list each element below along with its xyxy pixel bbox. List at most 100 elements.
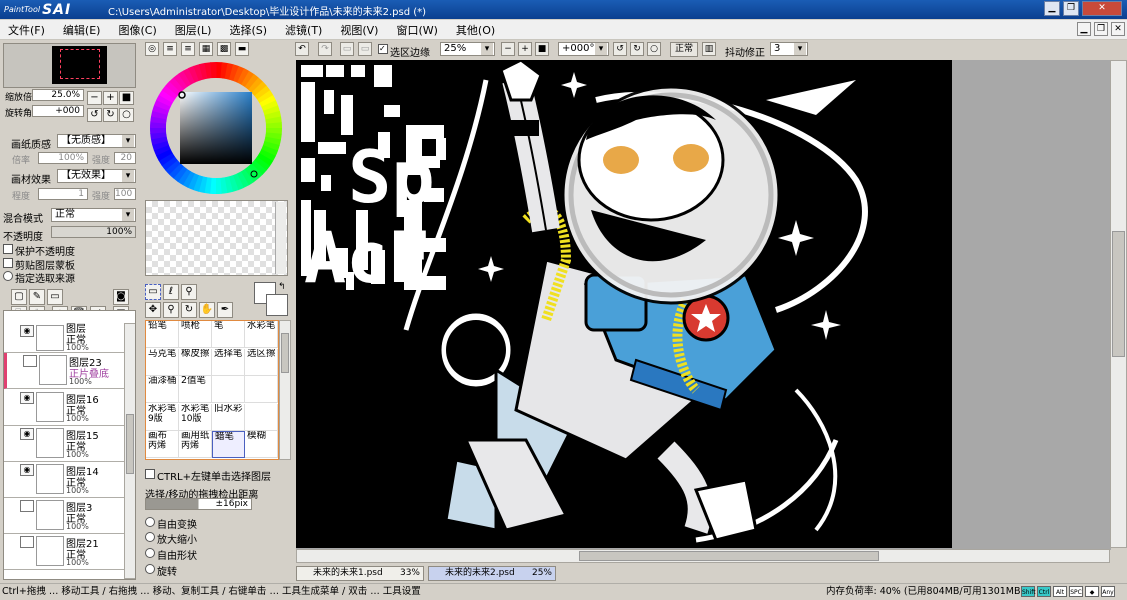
layer-row[interactable]: 图层3 正常 100% bbox=[4, 498, 124, 534]
brush-tool-cell[interactable]: 油漆桶 bbox=[146, 376, 179, 403]
magic-wand-icon[interactable]: ⚲ bbox=[181, 284, 197, 300]
rotate-tool-icon[interactable]: ↻ bbox=[181, 302, 197, 318]
tool-scroll-thumb[interactable] bbox=[281, 333, 289, 373]
swatches-icon[interactable]: ▦ bbox=[199, 42, 213, 56]
free-shape-radio[interactable] bbox=[145, 548, 155, 558]
new-folder-icon[interactable]: ▭ bbox=[47, 289, 63, 305]
canvas-vscroll-thumb[interactable] bbox=[1112, 231, 1125, 357]
brush-tool-cell[interactable]: 选择笔 bbox=[212, 348, 245, 376]
close-button[interactable]: ✕ bbox=[1082, 1, 1122, 16]
zoom-in-icon[interactable]: + bbox=[103, 91, 118, 105]
swap-colors-icon[interactable]: ↰ bbox=[278, 282, 286, 292]
new-linework-layer-icon[interactable]: ✎ bbox=[29, 289, 45, 305]
navigator-view-rect[interactable] bbox=[60, 49, 100, 79]
layer-row-selected[interactable]: 图层23 正片叠底 100% bbox=[4, 353, 124, 389]
layer-list[interactable]: ◉ 图层 正常 100% 图层23 正片叠底 100% ◉ 图层16 正常 10… bbox=[3, 310, 136, 580]
canvas-rotate-right-icon[interactable]: ↻ bbox=[630, 42, 644, 56]
zoom-slider[interactable]: 25.0% bbox=[32, 89, 84, 101]
hsv-slider-icon[interactable]: ≡ bbox=[181, 42, 195, 56]
brush-tool-cell[interactable] bbox=[245, 376, 278, 403]
menu-view[interactable]: 视图(V) bbox=[340, 22, 378, 38]
color-wheel[interactable] bbox=[146, 58, 286, 198]
layer-row[interactable]: ◉ 图层16 正常 100% bbox=[4, 390, 124, 426]
rotate-radio[interactable] bbox=[145, 564, 155, 574]
canvas-rotate-reset-icon[interactable]: ○ bbox=[647, 42, 661, 56]
brush-tool-cell[interactable]: 2值笔 bbox=[179, 376, 212, 403]
eye-icon-hidden[interactable] bbox=[20, 536, 34, 548]
scratchpad-area[interactable] bbox=[145, 200, 288, 276]
brush-tool-grid[interactable]: 铅笔 喷枪笔水彩笔 马克笔 橡皮擦 选择笔 选区擦 油漆桶 2值笔 水彩笔 9版 水彩笔 10版 旧水彩… bbox=[145, 320, 279, 460]
eye-icon-hidden[interactable] bbox=[23, 355, 37, 367]
blend-mode-select[interactable]: 正常 bbox=[51, 208, 136, 222]
rotate-reset-icon[interactable]: ○ bbox=[119, 108, 134, 122]
new-layer-icon[interactable]: ▢ bbox=[11, 289, 27, 305]
color-wheel-icon[interactable]: ◎ bbox=[145, 42, 159, 56]
paper-texture-select[interactable]: 【无质感】 bbox=[57, 134, 136, 148]
layer-row[interactable]: ◉ 图层 正常 100% bbox=[4, 323, 124, 353]
eye-icon[interactable]: ◉ bbox=[20, 325, 34, 337]
deselect-icon[interactable]: ▭ bbox=[340, 42, 354, 56]
scratchpad-scrollbar[interactable] bbox=[275, 202, 286, 274]
protect-opacity-checkbox[interactable] bbox=[3, 244, 13, 254]
rgb-slider-icon[interactable]: ≡ bbox=[163, 42, 177, 56]
mdi-minimize-button[interactable]: ▁ bbox=[1077, 22, 1091, 36]
zoom-icon[interactable]: ⚲ bbox=[163, 302, 179, 318]
navigator-thumbnail[interactable] bbox=[52, 46, 107, 84]
brush-tool-cell[interactable] bbox=[245, 403, 278, 431]
paper-strength-slider[interactable]: 20 bbox=[114, 152, 136, 164]
rotate-slider[interactable]: +000 bbox=[32, 105, 84, 117]
brush-tool-cell[interactable]: 铅笔 bbox=[146, 321, 179, 348]
brush-tool-cell[interactable]: 橡皮擦 bbox=[179, 348, 212, 376]
redo-icon[interactable]: ↷ bbox=[318, 42, 332, 56]
paper-scale-slider[interactable]: 100% bbox=[38, 152, 88, 164]
tool-scrollbar[interactable] bbox=[279, 320, 291, 460]
brush-tool-cell[interactable]: 画布 丙烯 bbox=[146, 431, 179, 458]
tab-file1[interactable]: 未来的未来1.psd 33% bbox=[296, 566, 424, 581]
brush-tool-cell[interactable]: 水彩笔 10版 bbox=[179, 403, 212, 431]
ctrl-select-checkbox[interactable] bbox=[145, 469, 155, 479]
layer-row[interactable]: ◉ 图层15 正常 100% bbox=[4, 426, 124, 462]
stabilizer-select[interactable]: 3 bbox=[770, 42, 808, 56]
move-icon[interactable]: ✥ bbox=[145, 302, 161, 318]
canvas-zoom-in-icon[interactable]: + bbox=[518, 42, 532, 56]
scale-radio[interactable] bbox=[145, 532, 155, 542]
brush-tool-cell[interactable]: 模糊 bbox=[245, 431, 278, 458]
canvas-hscrollbar[interactable] bbox=[296, 549, 1110, 563]
canvas-rotate-left-icon[interactable]: ↺ bbox=[613, 42, 627, 56]
brush-tool-cell[interactable]: 旧水彩 bbox=[212, 403, 245, 431]
canvas-hscroll-thumb[interactable] bbox=[579, 551, 879, 561]
menu-window[interactable]: 窗口(W) bbox=[396, 22, 437, 38]
navigator-panel[interactable] bbox=[3, 43, 136, 88]
layer-scrollbar[interactable] bbox=[124, 323, 135, 579]
palette-icon[interactable]: ▩ bbox=[217, 42, 231, 56]
drag-distance-slider[interactable]: ±16pix bbox=[145, 498, 252, 510]
minimize-button[interactable]: ▁ bbox=[1044, 1, 1060, 16]
maximize-button[interactable]: ❐ bbox=[1063, 1, 1079, 16]
undo-icon[interactable]: ↶ bbox=[295, 42, 309, 56]
eye-icon[interactable]: ◉ bbox=[20, 392, 34, 404]
paper-width-slider[interactable]: 1 bbox=[38, 188, 88, 200]
layer-mask-icon[interactable]: ◙ bbox=[113, 289, 129, 305]
menu-select[interactable]: 选择(S) bbox=[229, 22, 267, 38]
brush-tool-cell[interactable]: 画用纸 丙烯 bbox=[179, 431, 212, 458]
zoom-out-icon[interactable]: − bbox=[87, 91, 102, 105]
menu-layer[interactable]: 图层(L) bbox=[175, 22, 212, 38]
lasso-icon[interactable]: ℓ bbox=[163, 284, 179, 300]
menu-other[interactable]: 其他(O) bbox=[456, 22, 495, 38]
eyedropper-icon[interactable]: ✒ bbox=[217, 302, 233, 318]
selection-edge-checkbox[interactable]: ✓ bbox=[378, 44, 388, 54]
rect-select-icon[interactable]: ▭ bbox=[145, 284, 161, 300]
eye-icon[interactable]: ◉ bbox=[20, 428, 34, 440]
mdi-restore-button[interactable]: ❐ bbox=[1094, 22, 1108, 36]
invert-select-icon[interactable]: ▭ bbox=[358, 42, 372, 56]
brush-tool-cell[interactable]: 水彩笔 bbox=[245, 321, 278, 348]
brush-tool-cell[interactable] bbox=[212, 376, 245, 403]
mdi-close-button[interactable]: ✕ bbox=[1111, 22, 1125, 36]
canvas-angle-select[interactable]: +000° bbox=[558, 42, 609, 56]
free-transform-radio[interactable] bbox=[145, 517, 155, 527]
clipping-mask-checkbox[interactable] bbox=[3, 258, 13, 268]
brush-tool-cell[interactable]: 选区擦 bbox=[245, 348, 278, 376]
eye-icon[interactable]: ◉ bbox=[20, 464, 34, 476]
canvas-zoom-reset-icon[interactable]: ■ bbox=[535, 42, 549, 56]
hand-icon[interactable]: ✋ bbox=[199, 302, 215, 318]
